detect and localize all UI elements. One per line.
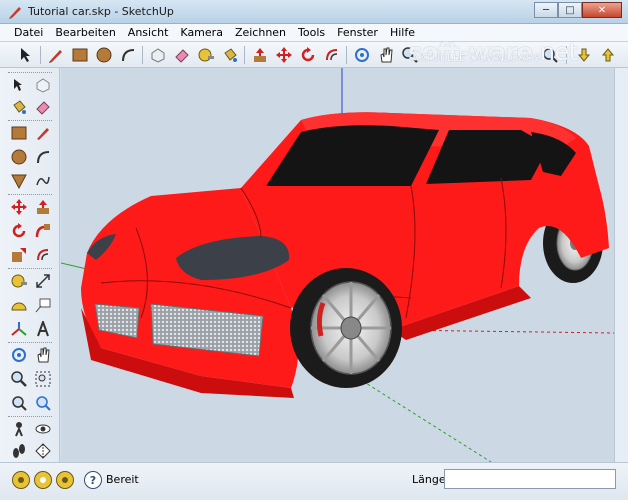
previous-view-icon[interactable] (8, 392, 30, 414)
eraser-icon[interactable] (172, 45, 192, 65)
menu-bearbeiten[interactable]: Bearbeiten (49, 26, 121, 39)
look-around-icon[interactable] (32, 418, 54, 440)
watermark-tagline: AKTUELLE DOWNLOADS (412, 53, 541, 64)
move-icon[interactable] (274, 45, 294, 65)
toolbar-separator (142, 46, 143, 64)
zoom-icon[interactable] (8, 368, 30, 390)
rotate-icon[interactable] (8, 220, 30, 242)
measurement-input[interactable] (444, 469, 616, 489)
user-icon[interactable] (56, 471, 74, 489)
sketchup-app-icon (9, 7, 21, 19)
push-pull-icon[interactable] (32, 196, 54, 218)
scale-icon[interactable] (8, 244, 30, 266)
large-tool-set (0, 68, 60, 462)
section-plane-icon[interactable] (32, 440, 54, 462)
credits-icon[interactable] (34, 471, 52, 489)
walk-icon[interactable] (8, 440, 30, 462)
menu-fenster[interactable]: Fenster (331, 26, 384, 39)
pan-icon[interactable] (32, 344, 54, 366)
zoom-window-icon[interactable] (32, 368, 54, 390)
pencil-icon[interactable] (46, 45, 66, 65)
rectangle-icon[interactable] (8, 122, 30, 144)
make-component-icon[interactable] (148, 45, 168, 65)
circle-icon[interactable] (94, 45, 114, 65)
select-icon[interactable] (8, 74, 30, 96)
tape-measure-icon[interactable] (196, 45, 216, 65)
title-bar: Tutorial car.skp - SketchUp ─ □ ✕ (0, 0, 628, 24)
move-icon[interactable] (8, 196, 30, 218)
toolbar-separator (244, 46, 245, 64)
maximize-button[interactable]: □ (558, 2, 582, 18)
rotate-icon[interactable] (298, 45, 318, 65)
rectangle-icon[interactable] (70, 45, 90, 65)
modeling-viewport[interactable] (60, 68, 615, 463)
circle-icon[interactable] (8, 146, 30, 168)
polygon-icon[interactable] (8, 170, 30, 192)
3d-text-icon[interactable] (32, 318, 54, 340)
position-camera-icon[interactable] (8, 418, 30, 440)
axes-icon[interactable] (8, 318, 30, 340)
status-message: Bereit (106, 473, 139, 486)
vertical-scrollbar[interactable] (614, 68, 628, 462)
measurement-label: Länge (412, 473, 446, 486)
text-icon[interactable] (32, 294, 54, 316)
dimension-icon[interactable] (32, 270, 54, 292)
zoom-extents-icon[interactable] (32, 392, 54, 414)
make-component-icon[interactable] (32, 74, 54, 96)
status-bar: ? Bereit Länge (0, 462, 628, 500)
car-model-scene[interactable] (60, 68, 615, 463)
toolbar-separator (40, 46, 41, 64)
software-watermark: soft-ware.net AKTUELLE DOWNLOADS (408, 38, 618, 70)
protractor-icon[interactable] (8, 294, 30, 316)
offset-icon[interactable] (32, 244, 54, 266)
follow-me-icon[interactable] (32, 220, 54, 242)
pan-icon[interactable] (376, 45, 396, 65)
orbit-icon[interactable] (8, 344, 30, 366)
select-icon[interactable] (16, 45, 36, 65)
arc-icon[interactable] (118, 45, 138, 65)
line-icon[interactable] (32, 122, 54, 144)
menu-datei[interactable]: Datei (8, 26, 49, 39)
menu-ansicht[interactable]: Ansicht (122, 26, 175, 39)
arc-icon[interactable] (32, 146, 54, 168)
window-controls: ─ □ ✕ (534, 2, 622, 20)
freehand-icon[interactable] (32, 170, 54, 192)
minimize-button[interactable]: ─ (534, 2, 558, 18)
paint-bucket-icon[interactable] (8, 96, 30, 118)
push-pull-icon[interactable] (250, 45, 270, 65)
geo-location-icon[interactable] (12, 471, 30, 489)
front-wheel (290, 268, 402, 388)
tape-measure-icon[interactable] (8, 270, 30, 292)
orbit-icon[interactable] (352, 45, 372, 65)
menu-zeichnen[interactable]: Zeichnen (229, 26, 292, 39)
offset-icon[interactable] (322, 45, 342, 65)
close-button[interactable]: ✕ (582, 2, 622, 18)
help-icon[interactable]: ? (84, 471, 102, 489)
menu-tools[interactable]: Tools (292, 26, 331, 39)
eraser-icon[interactable] (32, 96, 54, 118)
window-title: Tutorial car.skp - SketchUp (28, 5, 174, 18)
menu-kamera[interactable]: Kamera (174, 26, 229, 39)
toolbar-separator (346, 46, 347, 64)
paint-bucket-icon[interactable] (220, 45, 240, 65)
